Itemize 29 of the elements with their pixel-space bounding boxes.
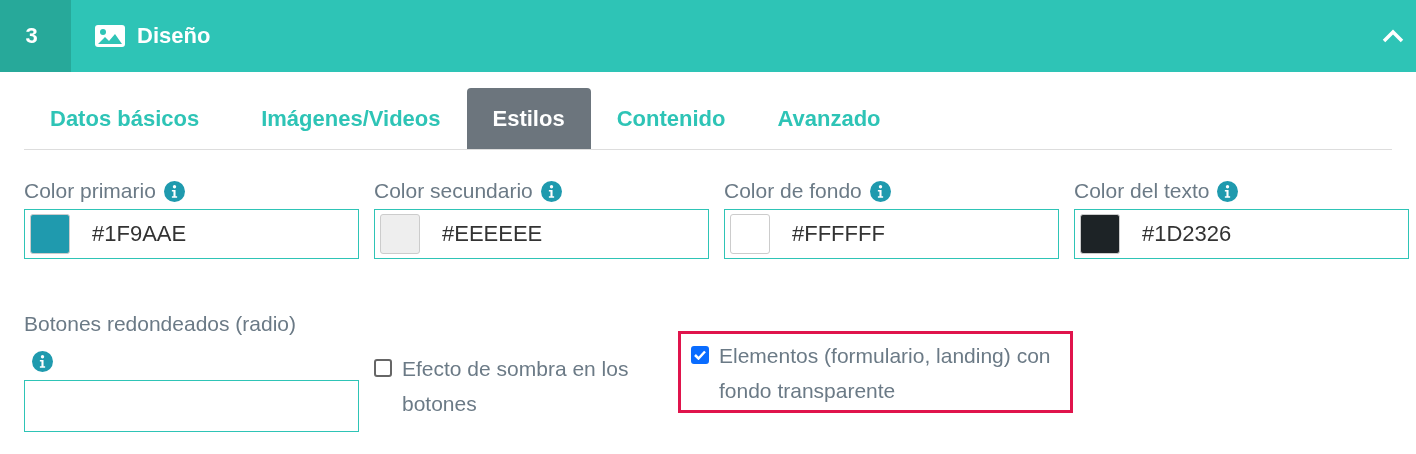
info-icon[interactable] — [540, 180, 562, 202]
color-swatch[interactable] — [730, 214, 770, 254]
section-title: Diseño — [137, 23, 211, 49]
field-label: Botones redondeados (radio) — [24, 312, 296, 336]
info-icon[interactable] — [163, 180, 185, 202]
info-icon[interactable] — [32, 351, 53, 372]
field-label: Color secundario — [374, 179, 533, 203]
checkbox[interactable] — [691, 346, 709, 364]
info-icon[interactable] — [869, 180, 891, 202]
input-field[interactable] — [24, 380, 359, 432]
field-label: Color primario — [24, 179, 156, 203]
step-number: 3 — [25, 23, 38, 49]
color-field[interactable]: #EEEEEE — [374, 209, 709, 259]
checkbox[interactable] — [374, 359, 392, 377]
chevron-up-icon[interactable] — [1382, 29, 1404, 43]
color-swatch[interactable] — [30, 214, 70, 254]
tab[interactable]: Estilos — [466, 88, 591, 149]
field-label: Color de fondo — [724, 179, 862, 203]
checkbox-label: Elementos (formulario, landing) con fondo transparente — [719, 343, 1052, 404]
color-swatch[interactable] — [380, 214, 420, 254]
image-icon — [95, 25, 125, 47]
field-label: Color del texto — [1074, 179, 1210, 203]
color-swatch[interactable] — [1080, 214, 1120, 254]
info-icon[interactable] — [1217, 180, 1239, 202]
checkbox-label: Efecto de sombra en los botones — [402, 356, 630, 417]
color-field[interactable]: #1D2326 — [1074, 209, 1409, 259]
section-header[interactable]: 3 Diseño — [0, 0, 1416, 72]
color-field[interactable]: #1F9AAE — [24, 209, 359, 259]
color-field[interactable]: #FFFFFF — [724, 209, 1059, 259]
